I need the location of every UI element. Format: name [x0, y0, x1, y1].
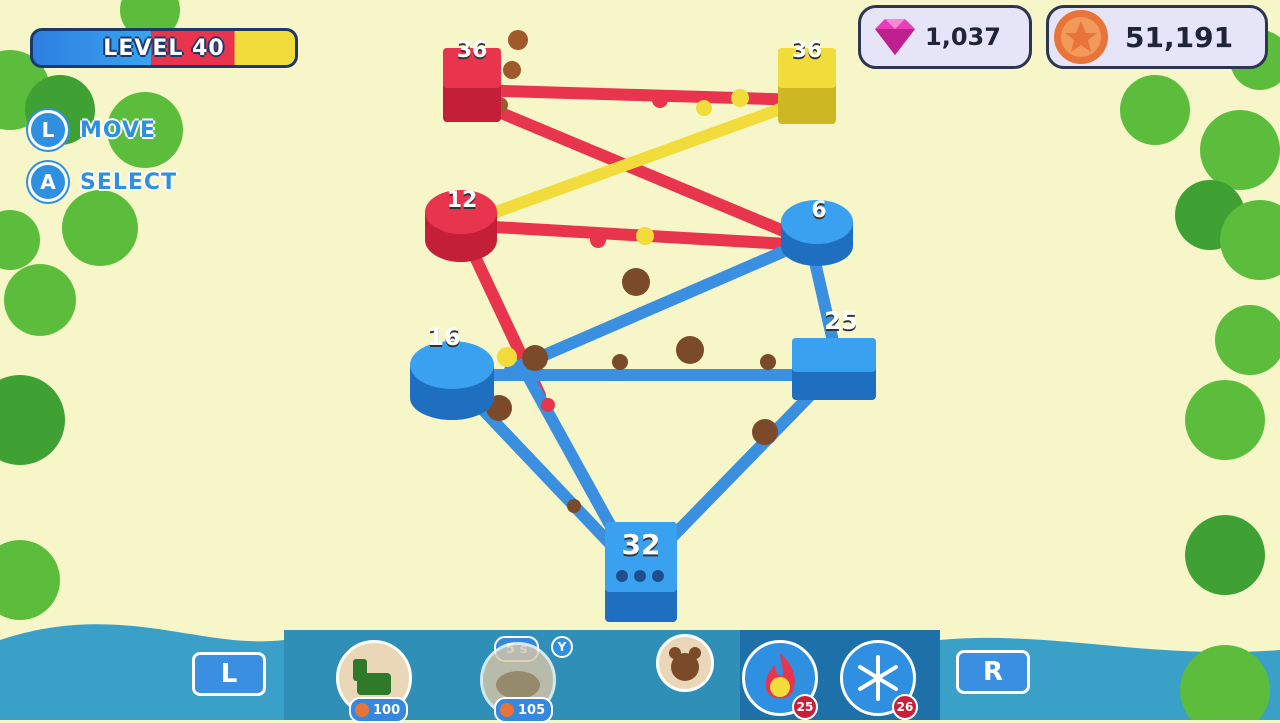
shoulder-left-button[interactable]: L: [192, 652, 266, 696]
gems-count: 1,037: [925, 23, 1001, 51]
tower-count-blue-right: 6: [811, 198, 827, 223]
log-unit-price-value: 105: [518, 702, 546, 718]
coin-mini-icon: [500, 703, 514, 717]
trees-right: [1120, 30, 1280, 720]
log-unit-price: 105: [494, 697, 554, 723]
tower-count-blue-bottom: 32: [621, 528, 661, 561]
select-hint: A SELECT: [28, 162, 177, 202]
move-label: MOVE: [80, 117, 157, 143]
coin-icon: [1054, 10, 1108, 64]
tower-count-blue-left: 16: [427, 323, 461, 351]
gems-panel[interactable]: 1,037: [858, 5, 1032, 69]
tower-count-blue-mid-right: 25: [824, 307, 858, 335]
tower-count-red-top: 36: [456, 38, 488, 63]
gem-icon: [875, 19, 915, 55]
y-button-icon: Y: [551, 636, 573, 658]
cannon-unit-price-value: 100: [373, 702, 401, 718]
select-label: SELECT: [80, 169, 178, 195]
tower-blue-mid-right: [792, 338, 876, 400]
l-stick-icon: L: [28, 110, 68, 150]
bear-unit-icon: [669, 647, 701, 681]
tower-count-red-mid: 12: [446, 188, 478, 213]
bear-unit-card[interactable]: [656, 634, 714, 692]
coin-mini-icon: [355, 703, 369, 717]
cannon-unit-price: 100: [349, 697, 409, 723]
fire-power-count: 25: [792, 694, 818, 720]
trees-left: [0, 0, 183, 620]
coins-count: 51,191: [1125, 20, 1234, 54]
level-progress-bar: LEVEL 40: [30, 28, 298, 68]
a-button-icon: A: [28, 162, 68, 202]
game-field: [0, 0, 1280, 720]
level-label: LEVEL 40: [103, 35, 225, 61]
tower-blue-left: [410, 341, 494, 420]
tower-count-yellow-top: 36: [791, 38, 823, 63]
coins-panel[interactable]: 51,191: [1046, 5, 1268, 69]
freeze-power-count: 26: [892, 694, 918, 720]
shoulder-right-button[interactable]: R: [956, 650, 1030, 694]
move-hint: L MOVE: [28, 110, 156, 150]
